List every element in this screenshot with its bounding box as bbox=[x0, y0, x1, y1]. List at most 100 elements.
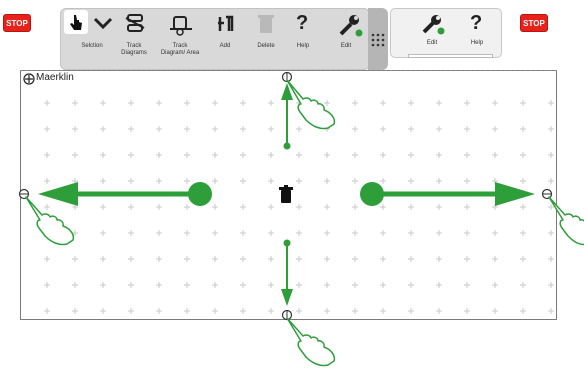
grid-cross bbox=[296, 204, 302, 210]
grid-cross bbox=[240, 204, 246, 210]
grid-cross bbox=[352, 230, 358, 236]
grid-cross bbox=[324, 178, 330, 184]
grid-cross bbox=[548, 256, 554, 262]
grid-cross bbox=[72, 282, 78, 288]
grid-cross bbox=[100, 308, 106, 314]
grid-cross bbox=[296, 126, 302, 132]
grid-cross bbox=[548, 230, 554, 236]
grid-cross bbox=[324, 256, 330, 262]
grid-cross bbox=[436, 178, 442, 184]
grid-cross bbox=[548, 126, 554, 132]
grid-cross bbox=[352, 152, 358, 158]
grid-cross bbox=[100, 126, 106, 132]
grid-cross bbox=[100, 178, 106, 184]
grid-cross bbox=[296, 256, 302, 262]
grid-cross bbox=[436, 100, 442, 106]
grid-cross bbox=[212, 204, 218, 210]
grid-cross bbox=[492, 282, 498, 288]
grid-cross bbox=[492, 126, 498, 132]
hand-pointer-icon-left bbox=[25, 196, 75, 246]
grid-cross bbox=[520, 100, 526, 106]
grid-cross bbox=[240, 282, 246, 288]
arrow-down bbox=[281, 239, 293, 306]
grid-cross bbox=[44, 178, 50, 184]
grid-cross bbox=[128, 178, 134, 184]
grid-cross bbox=[324, 204, 330, 210]
grid-cross bbox=[436, 152, 442, 158]
grid-cross bbox=[380, 256, 386, 262]
grid-cross bbox=[352, 282, 358, 288]
grid-cross bbox=[520, 282, 526, 288]
grid-cross bbox=[44, 308, 50, 314]
grid-cross bbox=[212, 126, 218, 132]
grid-cross bbox=[436, 256, 442, 262]
grid-cross bbox=[156, 204, 162, 210]
hand-pointer-icon-right bbox=[548, 196, 584, 246]
grid-cross bbox=[100, 204, 106, 210]
grid-cross bbox=[520, 204, 526, 210]
grid-cross bbox=[464, 126, 470, 132]
grid-cross bbox=[156, 282, 162, 288]
grid-cross bbox=[44, 282, 50, 288]
grid-cross bbox=[128, 152, 134, 158]
grid-cross bbox=[268, 178, 274, 184]
grid-cross bbox=[212, 152, 218, 158]
grid-cross bbox=[436, 282, 442, 288]
grid-cross bbox=[436, 230, 442, 236]
grid-cross bbox=[352, 100, 358, 106]
grid-cross bbox=[44, 204, 50, 210]
hand-pointer-icon-bottom bbox=[286, 317, 336, 367]
grid-cross bbox=[100, 230, 106, 236]
grid-cross bbox=[296, 308, 302, 314]
grid-cross bbox=[128, 256, 134, 262]
grid-crosses bbox=[44, 100, 554, 314]
grid-cross bbox=[520, 152, 526, 158]
grid-cross bbox=[44, 152, 50, 158]
grid-cross bbox=[128, 126, 134, 132]
grid-cross bbox=[128, 204, 134, 210]
grid-cross bbox=[380, 178, 386, 184]
grid-cross bbox=[324, 308, 330, 314]
grid-cross bbox=[352, 178, 358, 184]
grid-cross bbox=[184, 126, 190, 132]
grid-cross bbox=[492, 152, 498, 158]
grid-cross bbox=[352, 256, 358, 262]
grid-cross bbox=[240, 178, 246, 184]
grid-cross bbox=[100, 152, 106, 158]
grid-cross bbox=[520, 178, 526, 184]
grid-cross bbox=[380, 282, 386, 288]
arrow-right bbox=[360, 182, 535, 206]
grid-cross bbox=[380, 308, 386, 314]
canvas-trash-icon bbox=[279, 185, 293, 203]
grid-cross bbox=[268, 152, 274, 158]
grid-cross bbox=[72, 308, 78, 314]
grid-cross bbox=[520, 308, 526, 314]
grid-cross bbox=[184, 204, 190, 210]
grid-cross bbox=[212, 230, 218, 236]
grid-cross bbox=[240, 126, 246, 132]
grid-cross bbox=[184, 178, 190, 184]
grid-cross bbox=[464, 152, 470, 158]
grid-cross bbox=[156, 178, 162, 184]
grid-cross bbox=[520, 126, 526, 132]
grid-cross bbox=[44, 100, 50, 106]
grid-cross bbox=[184, 256, 190, 262]
grid-cross bbox=[492, 230, 498, 236]
grid-cross bbox=[408, 308, 414, 314]
grid-cross bbox=[436, 204, 442, 210]
arrow-left bbox=[38, 182, 212, 206]
canvas-overlay bbox=[18, 71, 584, 367]
grid-cross bbox=[548, 308, 554, 314]
grid-cross bbox=[324, 282, 330, 288]
grid-cross bbox=[156, 126, 162, 132]
grid-cross bbox=[212, 308, 218, 314]
grid-cross bbox=[520, 230, 526, 236]
grid-cross bbox=[212, 178, 218, 184]
grid-cross bbox=[100, 100, 106, 106]
grid-cross bbox=[464, 308, 470, 314]
grid-cross bbox=[128, 230, 134, 236]
grid-cross bbox=[408, 230, 414, 236]
grid-cross bbox=[100, 256, 106, 262]
grid-cross bbox=[100, 282, 106, 288]
grid-cross bbox=[268, 256, 274, 262]
